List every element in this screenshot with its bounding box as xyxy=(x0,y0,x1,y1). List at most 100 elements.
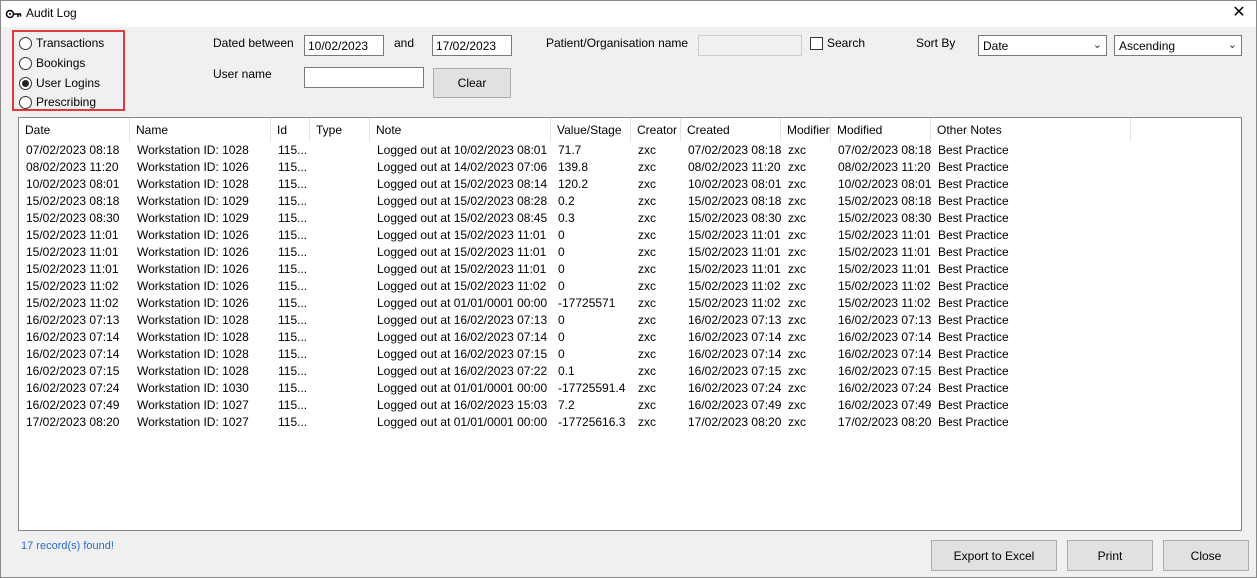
cell-created: 08/02/2023 11:20 xyxy=(688,160,781,174)
table-row[interactable]: 16/02/2023 07:24 Workstation ID: 1030 115.… xyxy=(19,380,1241,397)
column-header-modified[interactable]: Modified xyxy=(831,118,931,142)
title-bar: Audit Log ✕ xyxy=(1,1,1256,27)
table-row[interactable]: 15/02/2023 11:02 Workstation ID: 1026 115.… xyxy=(19,278,1241,295)
table-row[interactable]: 15/02/2023 08:18 Workstation ID: 1029 115.… xyxy=(19,193,1241,210)
radio-bookings[interactable]: Bookings xyxy=(19,56,85,70)
search-checkbox[interactable] xyxy=(810,37,823,50)
cell-modified: 16/02/2023 07:13 xyxy=(838,313,931,327)
cell-other-notes: Best Practice xyxy=(938,245,1009,259)
column-header-other-notes[interactable]: Other Notes xyxy=(931,118,1131,142)
column-header-name[interactable]: Name xyxy=(130,118,271,142)
cell-created: 15/02/2023 08:18 xyxy=(688,194,781,208)
cell-other-notes: Best Practice xyxy=(938,279,1009,293)
cell-date: 15/02/2023 11:02 xyxy=(26,296,119,310)
cell-creator: zxc xyxy=(638,211,656,225)
cell-created: 16/02/2023 07:13 xyxy=(688,313,781,327)
cell-name: Workstation ID: 1028 xyxy=(137,364,249,378)
column-header-modifier[interactable]: Modifier xyxy=(781,118,831,142)
radio-button[interactable] xyxy=(19,36,32,50)
table-row[interactable]: 15/02/2023 11:01 Workstation ID: 1026 115.… xyxy=(19,261,1241,278)
cell-modifier: zxc xyxy=(788,143,806,157)
table-row[interactable]: 08/02/2023 11:20 Workstation ID: 1026 115.… xyxy=(19,159,1241,176)
user-name-field[interactable] xyxy=(304,67,424,88)
cell-value-stage: 0 xyxy=(558,330,565,344)
cell-created: 15/02/2023 08:30 xyxy=(688,211,781,225)
table-row[interactable]: 16/02/2023 07:14 Workstation ID: 1028 115.… xyxy=(19,329,1241,346)
cell-created: 16/02/2023 07:24 xyxy=(688,381,781,395)
cell-modifier: zxc xyxy=(788,262,806,276)
table-row[interactable]: 16/02/2023 07:15 Workstation ID: 1028 115.… xyxy=(19,363,1241,380)
radio-user-logins[interactable]: User Logins xyxy=(19,76,100,90)
cell-modifier: zxc xyxy=(788,347,806,361)
table-row[interactable]: 15/02/2023 11:01 Workstation ID: 1026 115.… xyxy=(19,227,1241,244)
cell-date: 08/02/2023 11:20 xyxy=(26,160,119,174)
close-button[interactable]: Close xyxy=(1163,540,1249,571)
cell-id: 115... xyxy=(278,347,308,361)
chevron-down-icon: ⌄ xyxy=(1227,39,1237,51)
table-row[interactable]: 07/02/2023 08:18 Workstation ID: 1028 115.… xyxy=(19,142,1241,159)
table-row[interactable]: 15/02/2023 08:30 Workstation ID: 1029 115.… xyxy=(19,210,1241,227)
audit-log-window: Audit Log ✕ Transactions Bookings User L… xyxy=(0,0,1257,578)
cell-other-notes: Best Practice xyxy=(938,330,1009,344)
cell-note: Logged out at 15/02/2023 08:14 xyxy=(377,177,548,191)
table-row[interactable]: 15/02/2023 11:02 Workstation ID: 1026 115.… xyxy=(19,295,1241,312)
cell-value-stage: 0 xyxy=(558,279,565,293)
radio-button[interactable] xyxy=(19,76,32,90)
cell-value-stage: 0 xyxy=(558,245,565,259)
column-header-id[interactable]: Id xyxy=(271,118,310,142)
cell-other-notes: Best Practice xyxy=(938,347,1009,361)
cell-id: 115... xyxy=(278,330,308,344)
radio-button[interactable] xyxy=(19,56,32,70)
cell-id: 115... xyxy=(278,398,308,412)
cell-value-stage: 7.2 xyxy=(558,398,575,412)
table-row[interactable]: 16/02/2023 07:49 Workstation ID: 1027 115.… xyxy=(19,397,1241,414)
cell-name: Workstation ID: 1030 xyxy=(137,381,249,395)
export-to-excel-button[interactable]: Export to Excel xyxy=(931,540,1057,571)
audit-log-table[interactable]: Date Name Id Type Note Value/Stage Creat… xyxy=(18,117,1242,531)
column-header-creator[interactable]: Creator xyxy=(631,118,681,142)
cell-value-stage: 0 xyxy=(558,347,565,361)
cell-value-stage: 0.3 xyxy=(558,211,575,225)
cell-created: 16/02/2023 07:15 xyxy=(688,364,781,378)
table-row[interactable]: 16/02/2023 07:13 Workstation ID: 1028 115.… xyxy=(19,312,1241,329)
cell-note: Logged out at 10/02/2023 08:01 xyxy=(377,143,548,157)
sort-field-select[interactable]: Date ⌄ xyxy=(978,35,1107,56)
radio-prescribing[interactable]: Prescribing xyxy=(19,95,96,109)
table-row[interactable]: 15/02/2023 11:01 Workstation ID: 1026 115.… xyxy=(19,244,1241,261)
cell-note: Logged out at 15/02/2023 11:01 xyxy=(377,262,547,276)
cell-created: 15/02/2023 11:01 xyxy=(688,245,781,259)
clear-button[interactable]: Clear xyxy=(433,68,511,98)
cell-date: 15/02/2023 08:18 xyxy=(26,194,120,208)
table-row[interactable]: 16/02/2023 07:14 Workstation ID: 1028 115.… xyxy=(19,346,1241,363)
radio-button[interactable] xyxy=(19,95,32,109)
cell-creator: zxc xyxy=(638,262,656,276)
cell-value-stage: -17725571 xyxy=(558,296,616,310)
print-button[interactable]: Print xyxy=(1067,540,1153,571)
column-header-type[interactable]: Type xyxy=(310,118,370,142)
cell-note: Logged out at 16/02/2023 07:15 xyxy=(377,347,548,361)
cell-note: Logged out at 01/01/0001 00:00 xyxy=(377,415,548,429)
column-header-value-stage[interactable]: Value/Stage xyxy=(551,118,631,142)
column-header-date[interactable]: Date xyxy=(19,118,130,142)
dated-between-label: Dated between xyxy=(213,36,294,50)
cell-modified: 15/02/2023 11:01 xyxy=(838,228,931,242)
close-window-button[interactable]: ✕ xyxy=(1230,4,1248,22)
cell-id: 115... xyxy=(278,143,308,157)
cell-id: 115... xyxy=(278,228,308,242)
patient-org-label: Patient/Organisation name xyxy=(546,36,689,50)
patient-org-field[interactable] xyxy=(698,35,802,56)
cell-name: Workstation ID: 1029 xyxy=(137,194,249,208)
radio-transactions[interactable]: Transactions xyxy=(19,36,104,50)
column-header-note[interactable]: Note xyxy=(370,118,551,142)
cell-name: Workstation ID: 1028 xyxy=(137,347,249,361)
table-row[interactable]: 10/02/2023 08:01 Workstation ID: 1028 115.… xyxy=(19,176,1241,193)
table-row[interactable]: 17/02/2023 08:20 Workstation ID: 1027 115.… xyxy=(19,414,1241,431)
date-to-field[interactable]: 17/02/2023 xyxy=(432,35,512,56)
cell-value-stage: 71.7 xyxy=(558,143,582,157)
cell-date: 07/02/2023 08:18 xyxy=(26,143,120,157)
cell-date: 10/02/2023 08:01 xyxy=(26,177,120,191)
column-header-created[interactable]: Created xyxy=(681,118,781,142)
date-from-field[interactable]: 10/02/2023 xyxy=(304,35,384,56)
sort-order-select[interactable]: Ascending ⌄ xyxy=(1114,35,1242,56)
cell-name: Workstation ID: 1029 xyxy=(137,211,249,225)
